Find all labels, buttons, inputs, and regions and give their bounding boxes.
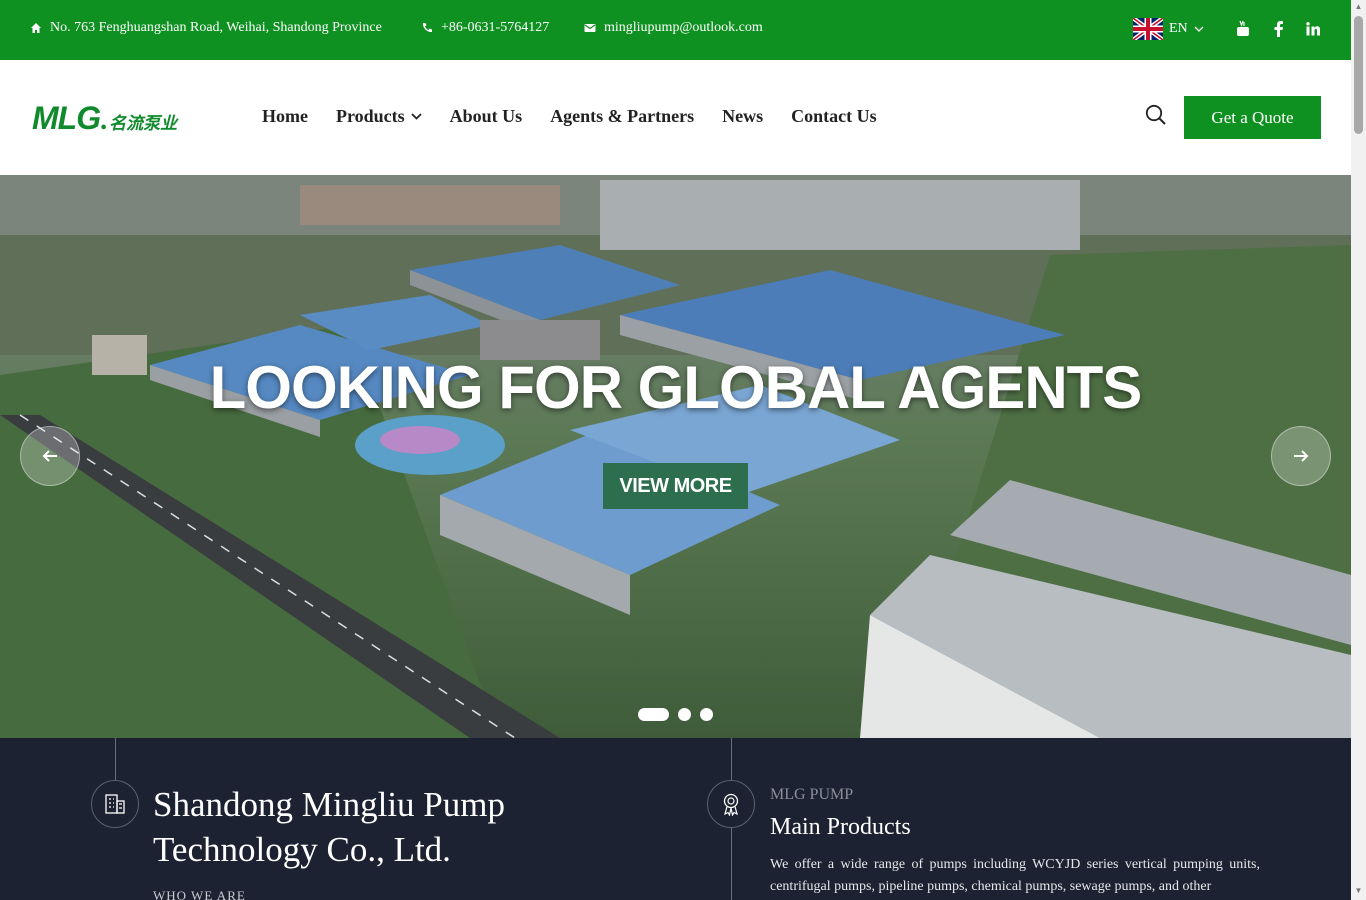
divider-line [115, 738, 116, 780]
logo-mark: MLG [32, 100, 101, 136]
get-a-quote-button[interactable]: Get a Quote [1184, 96, 1321, 139]
mail-icon [584, 24, 596, 32]
page-scrollbar[interactable]: ▲ ▼ [1351, 0, 1366, 900]
logo-dot: . [100, 105, 108, 136]
slider-dot[interactable] [700, 708, 713, 721]
main-header: MLG . 名流泵业 Home Products About Us Agents… [0, 60, 1351, 175]
nav-contact-label: Contact Us [791, 106, 877, 126]
site-logo[interactable]: MLG . 名流泵业 [32, 100, 177, 137]
nav-home-label: Home [262, 106, 308, 126]
address-text: No. 763 Fenghuangshan Road, Weihai, Shan… [50, 20, 382, 35]
chevron-down-icon [1194, 26, 1204, 32]
nav-products-label: Products [335, 106, 405, 126]
award-icon [707, 780, 755, 828]
home-icon [31, 23, 41, 33]
company-name-line2: Technology Co., Ltd. [153, 830, 451, 869]
building-icon [91, 780, 139, 828]
language-label: EN [1169, 21, 1188, 36]
main-products-description: We offer a wide range of pumps including… [770, 857, 1260, 894]
company-name-line1: Shandong Mingliu Pump [153, 785, 505, 824]
hero-slider: VIEW MORE LOOKING FOR GLOBAL AGENTS [0, 175, 1351, 738]
slider-prev-button[interactable] [20, 426, 80, 486]
hero-background-image [0, 175, 1351, 738]
scroll-thumb[interactable] [1354, 16, 1363, 134]
uk-flag-icon [1133, 18, 1163, 40]
slider-dot[interactable] [678, 708, 691, 721]
main-products-heading: Main Products [770, 814, 911, 840]
nav-agents-partners[interactable]: Agents & Partners [550, 106, 694, 127]
intro-section: Shandong Mingliu Pump Technology Co., Lt… [0, 738, 1351, 900]
company-name: Shandong Mingliu Pump Technology Co., Lt… [153, 782, 505, 872]
phone-text: +86-0631-5764127 [441, 20, 550, 35]
nav-news-label: News [722, 106, 764, 126]
divider-line [731, 828, 732, 900]
nav-news[interactable]: News [722, 106, 763, 127]
youtube-icon[interactable] [1233, 19, 1253, 39]
slider-next-button[interactable] [1271, 426, 1331, 486]
phone-icon [422, 23, 432, 33]
linkedin-icon[interactable] [1303, 19, 1323, 39]
main-nav: Home Products About Us Agents & Partners… [262, 106, 877, 127]
arrow-left-icon [42, 450, 57, 462]
phone-info[interactable]: +86-0631-5764127 [421, 20, 549, 36]
email-info[interactable]: mingliupump@outlook.com [584, 20, 763, 36]
nav-products[interactable]: Products [336, 106, 422, 127]
search-icon[interactable] [1145, 104, 1167, 126]
nav-about-label: About Us [449, 106, 523, 126]
nav-about-us[interactable]: About Us [450, 106, 523, 127]
who-we-are-label: WHO WE ARE [153, 888, 246, 900]
view-more-button[interactable]: VIEW MORE [603, 463, 748, 509]
nav-home[interactable]: Home [262, 106, 308, 127]
logo-chinese: 名流泵业 [109, 114, 178, 134]
hero-title: LOOKING FOR GLOBAL AGENTS [209, 354, 1143, 421]
top-bar: No. 763 Fenghuangshan Road, Weihai, Shan… [0, 0, 1351, 60]
divider-line [731, 738, 732, 780]
arrow-right-icon [1294, 450, 1309, 462]
address-info: No. 763 Fenghuangshan Road, Weihai, Shan… [30, 20, 382, 36]
scroll-up-arrow[interactable]: ▲ [1354, 3, 1363, 11]
slider-dot-active[interactable] [638, 708, 669, 721]
chevron-down-icon [411, 113, 422, 120]
language-selector[interactable]: EN [1133, 18, 1204, 40]
slider-pagination [638, 708, 713, 721]
email-text: mingliupump@outlook.com [604, 20, 763, 35]
section-eyebrow: MLG PUMP [770, 786, 854, 803]
nav-agents-label: Agents & Partners [550, 106, 695, 126]
scroll-down-arrow[interactable]: ▼ [1354, 887, 1363, 895]
facebook-icon[interactable] [1268, 19, 1288, 39]
nav-contact-us[interactable]: Contact Us [791, 106, 877, 127]
